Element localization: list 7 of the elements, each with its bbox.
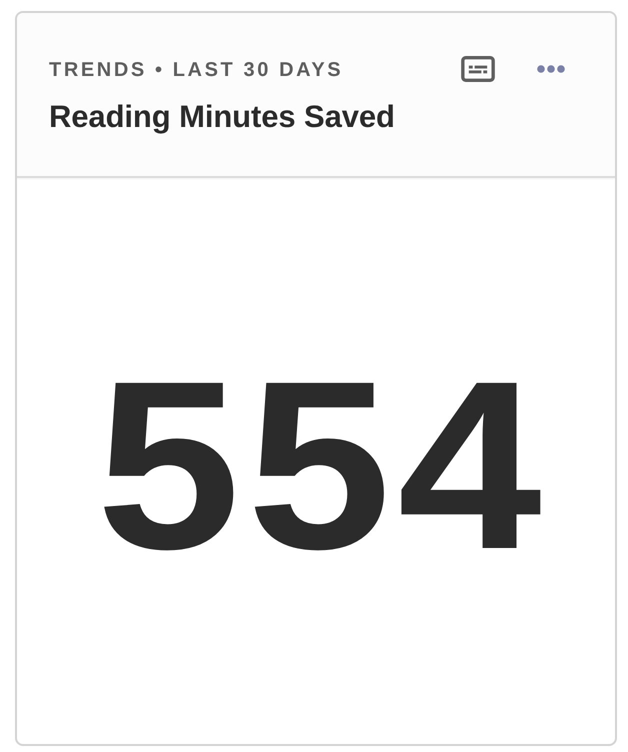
card-eyebrow: TRENDS • LAST 30 DAYS [49,58,344,82]
metric-value: 554 [96,345,548,585]
more-button[interactable] [537,65,565,73]
card-title: Reading Minutes Saved [49,99,396,135]
caption-button[interactable] [461,56,495,82]
caption-icon [461,56,495,82]
more-icon [537,65,565,73]
